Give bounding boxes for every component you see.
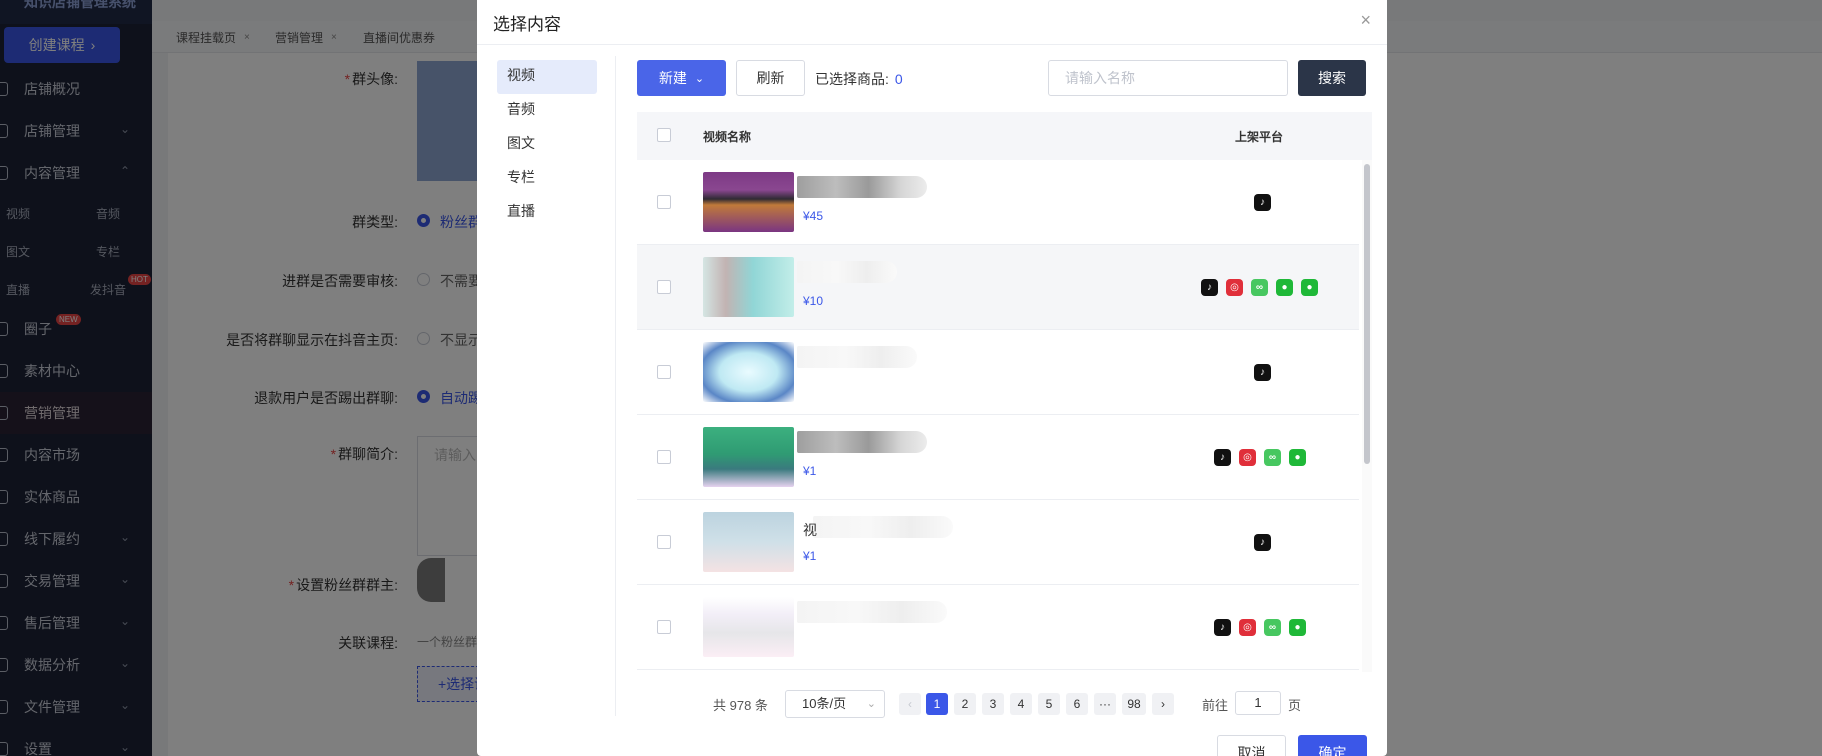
selected-label: 已选择商品:: [815, 71, 889, 87]
platform-icons: ♪: [1254, 194, 1271, 212]
page-3[interactable]: 3: [982, 693, 1004, 715]
platform-icons: ♪ ◎ ∞ ●: [1214, 449, 1306, 467]
new-button[interactable]: 新建 ⌄: [637, 60, 726, 96]
chevron-down-icon: ⌄: [694, 72, 705, 85]
video-thumbnail: [703, 172, 794, 232]
total-count: 共 978 条: [713, 698, 768, 713]
row-price: ¥1: [803, 549, 817, 563]
table-row[interactable]: ♪: [637, 330, 1359, 415]
category-column[interactable]: 专栏: [497, 162, 597, 196]
prev-page-button[interactable]: ‹: [899, 693, 921, 715]
kuaishou-icon: ◎: [1239, 449, 1256, 466]
column-video-name: 视频名称: [703, 130, 752, 144]
page-2[interactable]: 2: [954, 693, 976, 715]
select-content-modal: 选择内容 × 视频 音频 图文 专栏 直播 新建 ⌄ 刷新 已选择商品: 0 搜索…: [477, 0, 1387, 756]
select-all-checkbox[interactable]: [657, 128, 671, 142]
link-icon: ∞: [1264, 449, 1281, 466]
page-4[interactable]: 4: [1010, 693, 1032, 715]
page-size-value: 10条/页: [802, 696, 847, 711]
goto-suffix: 页: [1288, 698, 1302, 713]
douyin-icon: ♪: [1254, 534, 1271, 551]
platform-icons: ♪: [1254, 364, 1271, 382]
link-icon: ∞: [1251, 279, 1268, 296]
row-price: ¥1: [803, 464, 817, 478]
row-checkbox[interactable]: [657, 450, 671, 464]
table-header: 视频名称 上架平台: [637, 112, 1372, 160]
platform-icons: ♪ ◎ ∞ ● ●: [1201, 279, 1318, 297]
content-table: 视频名称 上架平台 ¥45 ♪ ¥10 ♪ ◎ ∞ ● ● ♪ ¥1 ♪ ◎ ∞…: [637, 112, 1372, 672]
row-title-redacted: [797, 261, 897, 283]
wechat-icon: ●: [1289, 449, 1306, 466]
pagination: 共 978 条 10条/页 ⌄ ‹ 1 2 3 4 5 6 ··· 98 › 前…: [713, 690, 1313, 718]
page-size-select[interactable]: 10条/页 ⌄: [785, 690, 885, 718]
video-thumbnail: [703, 257, 794, 317]
confirm-button[interactable]: 确定: [1298, 735, 1367, 756]
video-thumbnail: [703, 597, 794, 657]
douyin-icon: ♪: [1214, 449, 1231, 466]
divider: [477, 44, 1387, 45]
video-thumbnail: [703, 342, 794, 402]
page-98[interactable]: 98: [1122, 693, 1146, 715]
goto-label: 前往: [1202, 698, 1229, 713]
row-price: ¥10: [803, 294, 824, 308]
row-checkbox[interactable]: [657, 365, 671, 379]
row-title-redacted: [797, 346, 917, 368]
search-input[interactable]: [1048, 60, 1288, 96]
cancel-button[interactable]: 取消: [1217, 735, 1286, 756]
platform-icons: ♪: [1254, 534, 1271, 552]
column-platform: 上架平台: [1235, 130, 1284, 144]
video-thumbnail: [703, 427, 794, 487]
table-row[interactable]: ¥1 ♪ ◎ ∞ ●: [637, 415, 1359, 500]
search-button[interactable]: 搜索: [1298, 60, 1366, 96]
row-checkbox[interactable]: [657, 535, 671, 549]
row-title-redacted: [797, 176, 927, 198]
table-scrollbar[interactable]: [1362, 160, 1372, 672]
row-checkbox[interactable]: [657, 280, 671, 294]
video-thumbnail: [703, 512, 794, 572]
close-icon[interactable]: ×: [1360, 10, 1371, 31]
next-page-button[interactable]: ›: [1152, 693, 1174, 715]
wechat-icon: ●: [1289, 619, 1306, 636]
selected-count-value: 0: [894, 71, 903, 87]
douyin-icon: ♪: [1214, 619, 1231, 636]
divider: [615, 56, 616, 716]
category-video[interactable]: 视频: [497, 60, 597, 94]
goto-page-input[interactable]: 1: [1235, 691, 1281, 715]
douyin-icon: ♪: [1254, 364, 1271, 381]
douyin-icon: ♪: [1254, 194, 1271, 211]
table-row[interactable]: ¥10 ♪ ◎ ∞ ● ●: [637, 245, 1359, 330]
table-row[interactable]: 视 ¥1 ♪: [637, 500, 1359, 585]
table-row[interactable]: ¥45 ♪: [637, 160, 1359, 245]
page-6[interactable]: 6: [1066, 693, 1088, 715]
category-list: 视频 音频 图文 专栏 直播: [497, 60, 597, 230]
row-title-redacted: [797, 601, 947, 623]
modal-title: 选择内容: [493, 15, 561, 34]
chevron-down-icon: ⌄: [866, 698, 876, 710]
wechat-icon: ●: [1276, 279, 1293, 296]
category-live[interactable]: 直播: [497, 196, 597, 230]
page-5[interactable]: 5: [1038, 693, 1060, 715]
douyin-icon: ♪: [1201, 279, 1218, 296]
row-title: 视: [803, 522, 817, 538]
category-audio[interactable]: 音频: [497, 94, 597, 128]
kuaishou-icon: ◎: [1226, 279, 1243, 296]
row-checkbox[interactable]: [657, 195, 671, 209]
row-title-redacted: [797, 431, 927, 453]
row-title-redacted: [813, 516, 953, 538]
page-ellipsis[interactable]: ···: [1094, 693, 1116, 715]
row-price: ¥45: [803, 209, 824, 223]
row-checkbox[interactable]: [657, 620, 671, 634]
category-article[interactable]: 图文: [497, 128, 597, 162]
link-icon: ∞: [1264, 619, 1281, 636]
refresh-button[interactable]: 刷新: [736, 60, 805, 96]
table-row[interactable]: ♪ ◎ ∞ ●: [637, 585, 1359, 670]
page-1[interactable]: 1: [926, 693, 948, 715]
wechat-icon: ●: [1301, 279, 1318, 296]
scrollbar-thumb[interactable]: [1364, 164, 1370, 464]
new-button-label: 新建: [658, 70, 687, 86]
selected-count: 已选择商品: 0: [815, 69, 903, 89]
kuaishou-icon: ◎: [1239, 619, 1256, 636]
platform-icons: ♪ ◎ ∞ ●: [1214, 619, 1306, 637]
